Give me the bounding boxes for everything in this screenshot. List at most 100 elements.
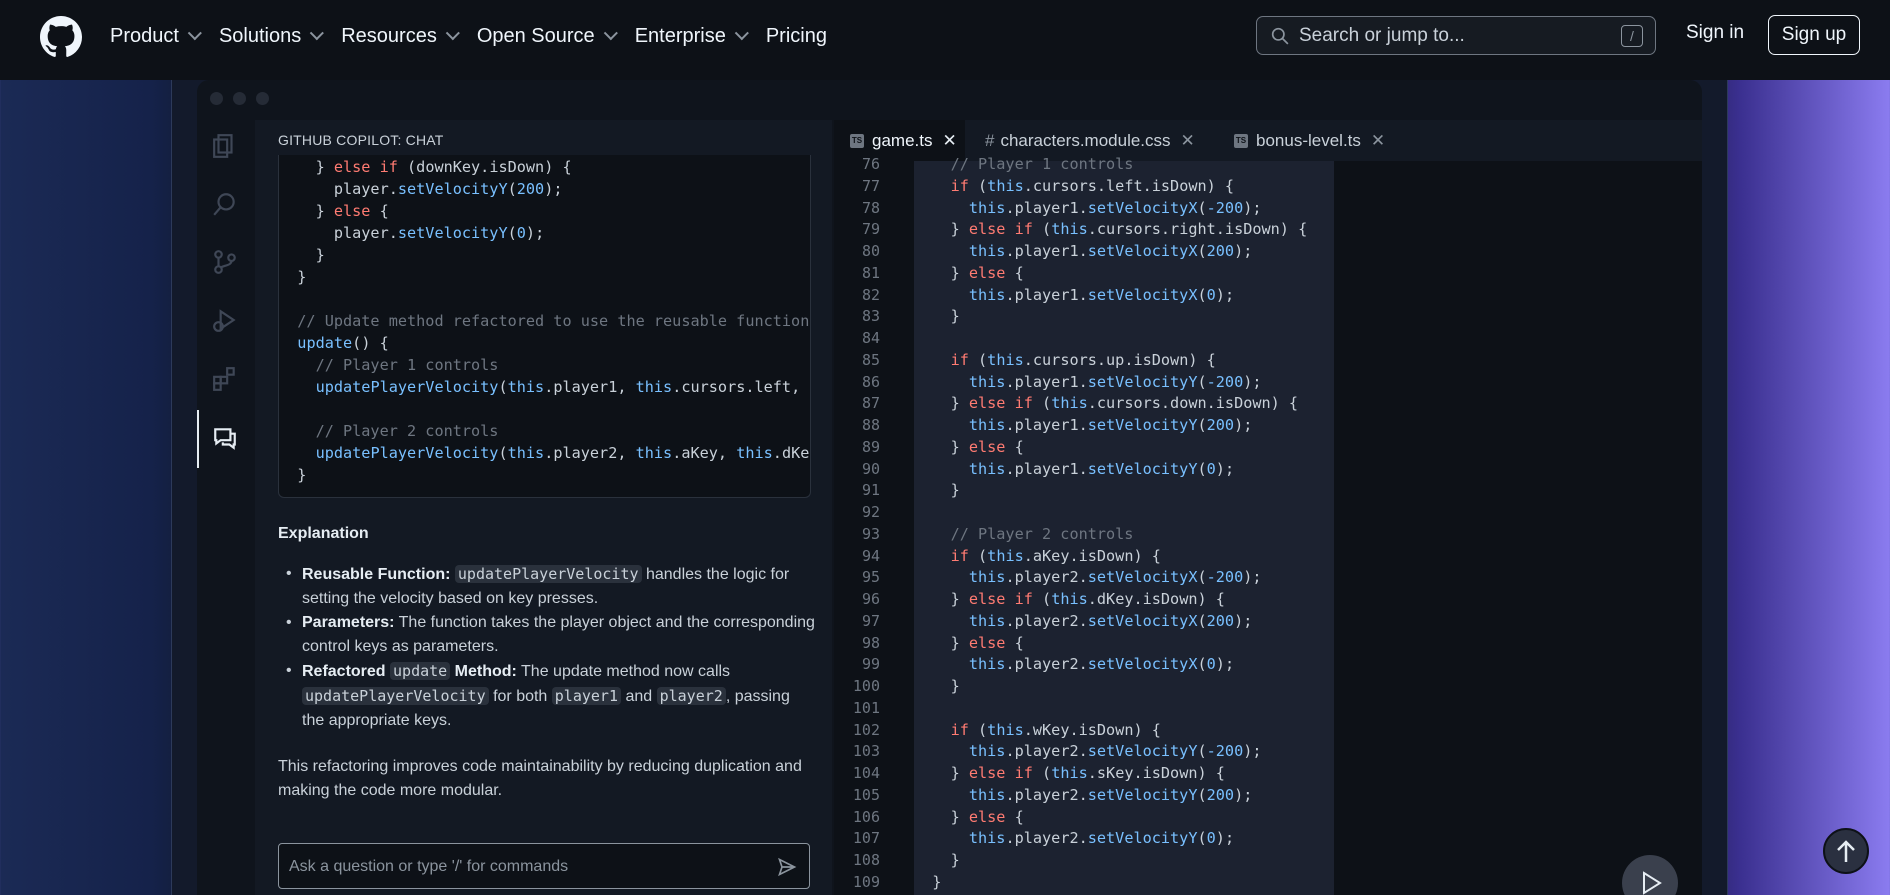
nav-resources[interactable]: Resources — [341, 25, 460, 48]
line-number: 98 — [861, 633, 880, 652]
editor-code-line: } else { — [914, 807, 1024, 826]
activity-bar — [197, 120, 253, 895]
run-debug-icon[interactable] — [212, 307, 238, 333]
nav-product[interactable]: Product — [110, 24, 202, 48]
line-number: 90 — [861, 459, 880, 478]
editor-code-line: } else { — [914, 263, 1024, 282]
editor-code-line: if (this.aKey.isDown) { — [950, 546, 1161, 565]
editor-code-line: if (this.wKey.isDown) { — [950, 720, 1161, 739]
chat-input-placeholder: Ask a question or type '/' for commands — [289, 858, 569, 875]
search-input[interactable]: Search or jump to... / — [1256, 16, 1656, 55]
line-number: 104 — [852, 764, 880, 782]
line-number: 96 — [861, 590, 880, 608]
nav-enterprise[interactable]: Enterprise — [634, 24, 749, 48]
sign-up-button[interactable]: Sign up — [1768, 15, 1860, 55]
line-number: 93 — [861, 524, 880, 543]
editor-code-line: this.player2.setVelocityY(200); — [968, 785, 1253, 804]
nav-product-label: Product — [110, 24, 179, 47]
code-line: // Update method refactored to use the r… — [279, 312, 810, 330]
editor-code-line: this.player1.setVelocityX(200); — [968, 242, 1253, 260]
editor-code-line: } else if (this.sKey.isDown) { — [914, 764, 1225, 782]
inline-code: updatePlayerVelocity — [454, 565, 642, 583]
sign-in-link[interactable]: Sign in — [1686, 22, 1744, 44]
window-dot — [256, 92, 269, 105]
editor-code-line: this.player2.setVelocityX(200); — [968, 611, 1253, 630]
line-number: 108 — [852, 851, 880, 869]
line-number: 79 — [861, 220, 880, 239]
close-icon[interactable]: ✕ — [1371, 131, 1385, 151]
code-line: player.setVelocityY(200); — [279, 180, 563, 198]
nav-open-source[interactable]: Open Source — [477, 25, 618, 48]
inline-code: updatePlayerVelocity — [302, 687, 489, 705]
editor-code-line: this.player1.setVelocityX(0); — [968, 285, 1235, 304]
line-number: 100 — [852, 677, 880, 695]
editor-code-line: if (this.cursors.left.isDown) { — [950, 176, 1235, 195]
play-icon — [1643, 871, 1662, 895]
arrow-up-icon — [1837, 840, 1855, 862]
editor-code-line: this.player2.setVelocityY(-200); — [968, 742, 1262, 761]
code-line: } — [279, 268, 307, 286]
typescript-file-icon: TS — [1234, 133, 1248, 148]
code-line: // Player 2 controls — [279, 422, 499, 440]
github-logo-icon[interactable] — [40, 16, 82, 58]
line-number: 82 — [861, 285, 880, 304]
editor-code-line: this.player2.setVelocityY(0); — [968, 829, 1235, 848]
chat-summary: This refactoring improves code maintaina… — [278, 758, 802, 799]
editor-code-line: } — [914, 851, 960, 869]
line-number: 109 — [852, 872, 880, 891]
line-number: 86 — [861, 372, 880, 391]
nav-solutions-label: Solutions — [218, 24, 302, 47]
editor-code-line: } — [914, 481, 960, 500]
line-number: 77 — [861, 176, 880, 195]
line-number: 94 — [861, 546, 880, 565]
active-indicator — [197, 410, 199, 468]
search-icon[interactable] — [212, 191, 238, 217]
send-icon[interactable] — [777, 857, 797, 877]
line-number: 107 — [852, 829, 880, 848]
line-number: 81 — [861, 263, 880, 282]
line-number: 83 — [861, 307, 880, 326]
line-number: 76 — [861, 155, 880, 173]
line-number: 92 — [861, 503, 880, 521]
bullet-strong: Method: — [450, 663, 517, 680]
nav-menu: Product Solutions Resources Open Source … — [110, 0, 849, 72]
inline-code: player1 — [551, 687, 621, 705]
nav-solutions[interactable]: Solutions — [218, 24, 325, 48]
line-number: 84 — [861, 329, 880, 347]
code-line: update() { — [297, 334, 389, 352]
editor-code-line: if (this.cursors.up.isDown) { — [950, 350, 1216, 369]
line-number: 102 — [852, 720, 880, 739]
code-line: updatePlayerVelocity(this.player1, this.… — [315, 378, 810, 396]
extensions-icon[interactable] — [212, 366, 238, 392]
css-file-icon: # — [985, 130, 995, 150]
editor-code-line: // Player 1 controls — [914, 155, 1134, 173]
code-line: } — [279, 466, 307, 484]
source-control-icon[interactable] — [212, 249, 238, 275]
editor-code-line: this.player2.setVelocityX(-200); — [968, 568, 1262, 587]
line-number: 78 — [861, 198, 880, 217]
nav-enterprise-label: Enterprise — [634, 24, 726, 47]
tab-bonus-level-ts[interactable]: TS bonus-level.ts ✕ — [1234, 120, 1394, 161]
editor-code-line: this.player1.setVelocityX(-200); — [968, 198, 1262, 217]
scroll-to-top-button[interactable] — [1823, 828, 1869, 874]
line-number: 80 — [861, 242, 880, 260]
files-icon[interactable] — [212, 133, 238, 159]
editor-code-line: } — [914, 677, 960, 695]
nav-pricing[interactable]: Pricing — [766, 25, 827, 48]
code-line: updatePlayerVelocity(this.player2, this.… — [315, 444, 810, 462]
editor-code-line: } else { — [914, 633, 1024, 652]
bullet-text: The update method now calls — [516, 663, 731, 680]
search-shortcut-key: / — [1621, 25, 1643, 47]
chat-input[interactable]: Ask a question or type '/' for commands — [278, 843, 810, 889]
close-icon[interactable]: ✕ — [942, 131, 956, 151]
line-number: 103 — [852, 742, 880, 761]
editor-code-line: } else if (this.dKey.isDown) { — [914, 590, 1225, 608]
top-navigation: Product Solutions Resources Open Source … — [0, 0, 1890, 80]
editor-code-line: } else if (this.cursors.right.isDown) { — [914, 220, 1308, 239]
play-button[interactable] — [1622, 855, 1678, 895]
close-icon[interactable]: ✕ — [1181, 131, 1195, 151]
window-dot — [233, 92, 246, 105]
chat-icon[interactable] — [212, 425, 238, 451]
chevron-down-icon — [187, 26, 202, 41]
nav-pricing-label: Pricing — [765, 24, 827, 47]
